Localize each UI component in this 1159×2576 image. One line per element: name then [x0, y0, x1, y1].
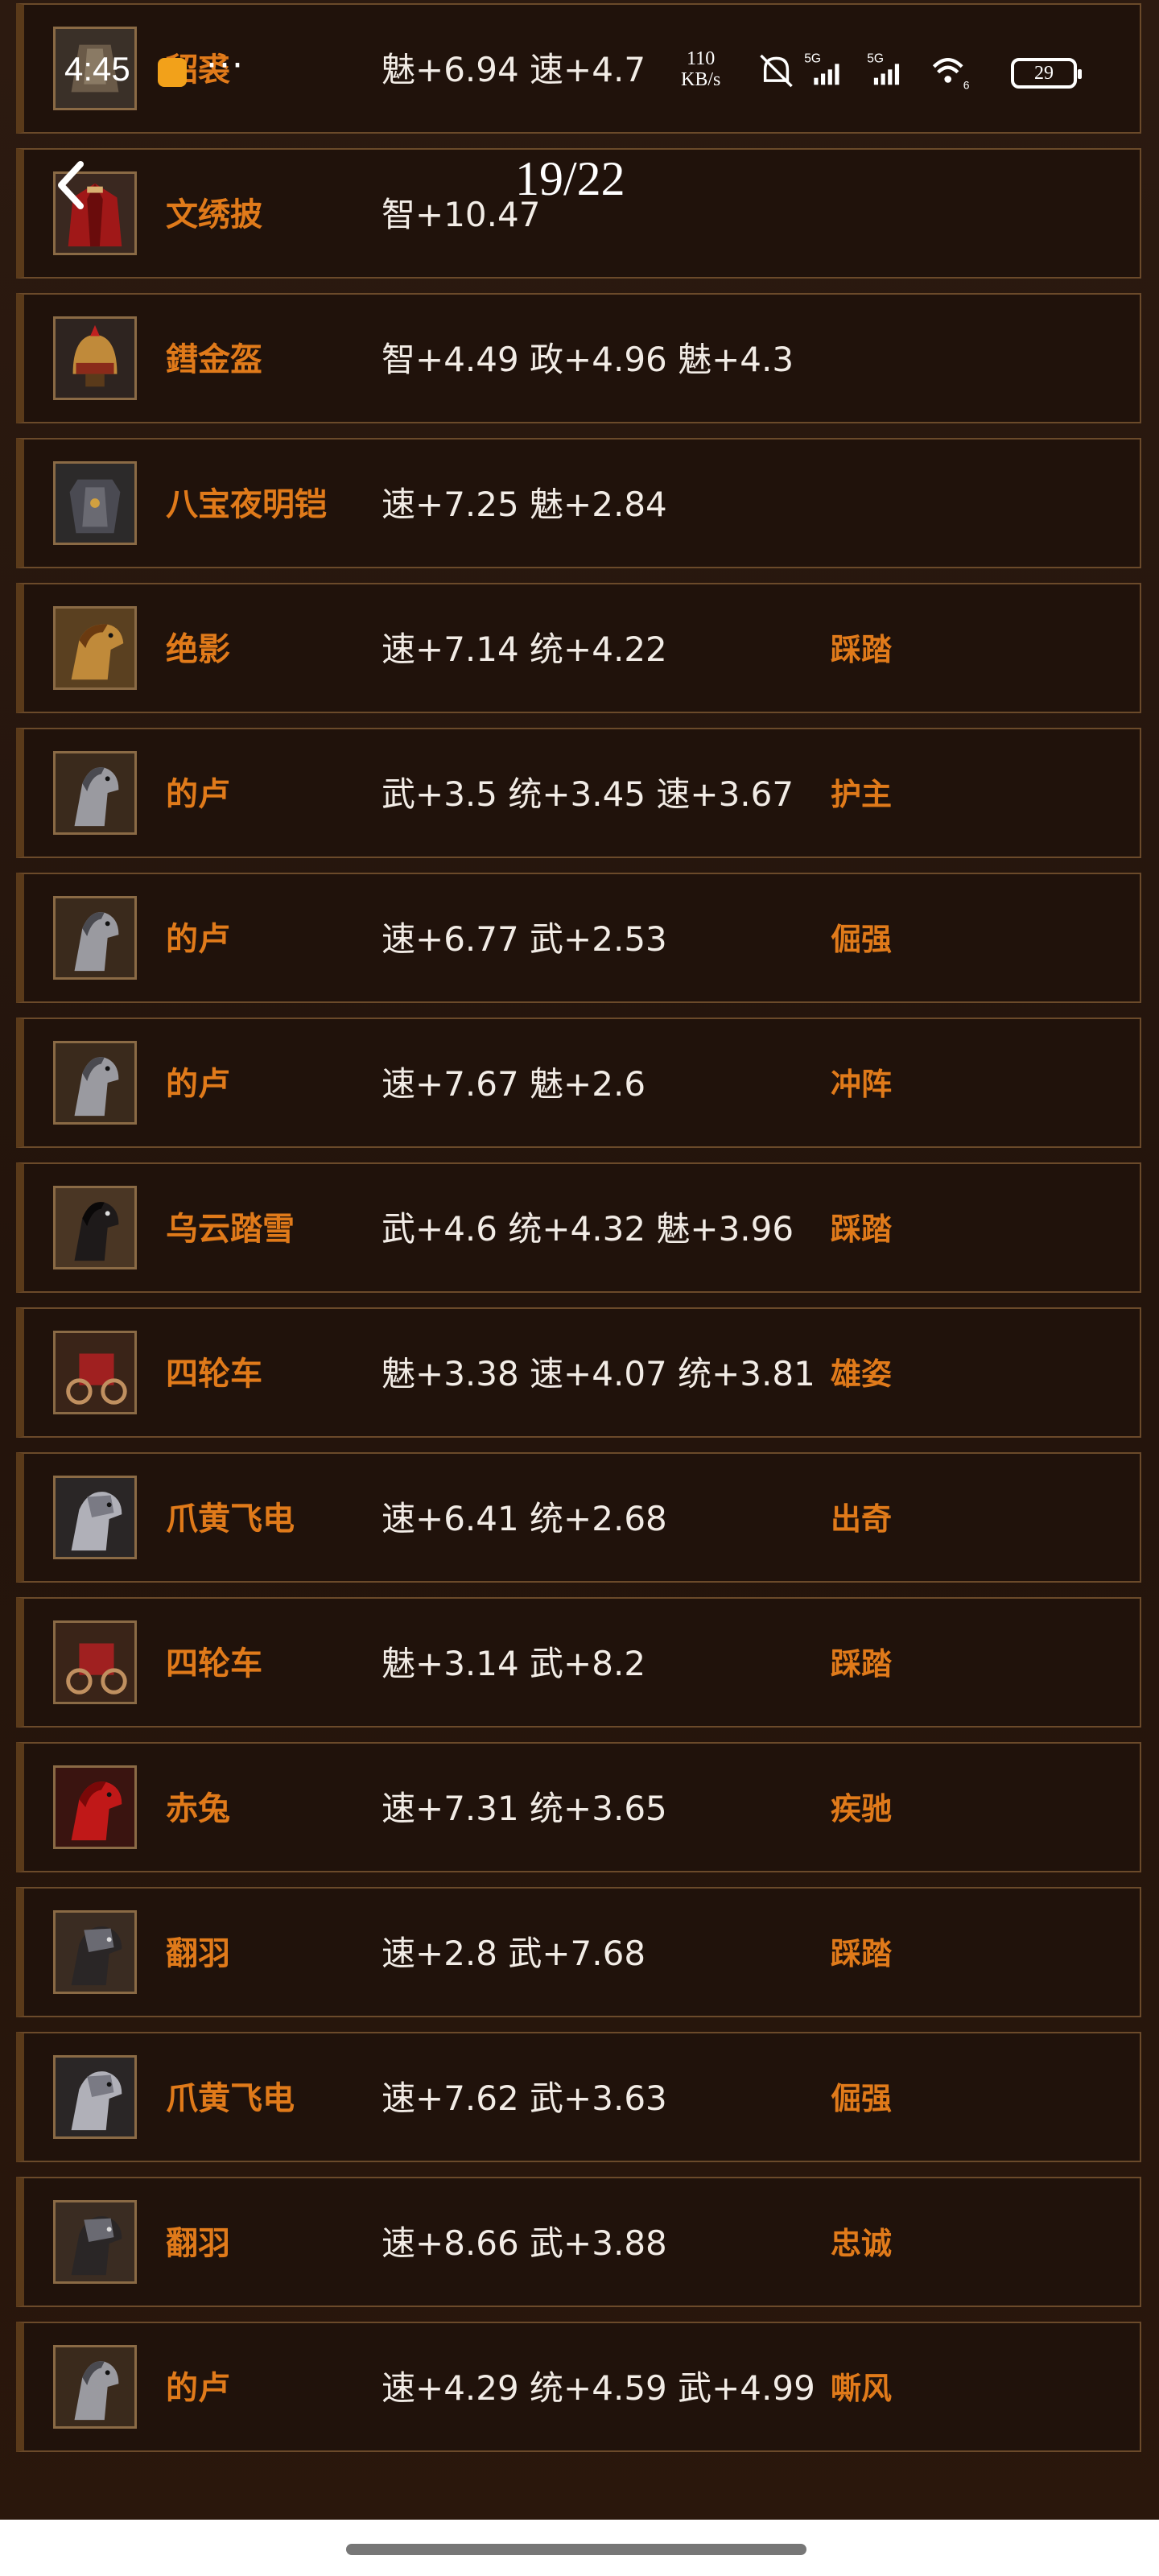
- page-counter: 19/22: [515, 152, 625, 205]
- armored-horse-icon: [53, 1476, 137, 1559]
- item-skill: 踩踏: [831, 1936, 893, 1971]
- list-item[interactable]: 的卢 速+4.29 统+4.59 武+4.99 嘶风: [16, 2322, 1141, 2452]
- horse-icon: [53, 751, 137, 835]
- armored-horse-icon: [53, 1910, 137, 1994]
- item-skill: 冲阵: [831, 1067, 893, 1102]
- home-indicator[interactable]: [346, 2544, 806, 2555]
- item-name: 貂裘: [166, 52, 230, 89]
- app-screen: 貂裘 魅+6.94 速+4.7 文绣披 智+10.47 鏏金盔 智+4.49 政…: [0, 0, 1159, 2576]
- chariot-icon: [53, 1331, 137, 1414]
- armored-horse-icon: [53, 2200, 137, 2284]
- item-stats: 速+2.8 武+7.68: [382, 1934, 646, 1973]
- chariot-icon: [53, 1620, 137, 1704]
- horse-icon: [53, 1041, 137, 1125]
- item-name: 文绣披: [166, 196, 262, 233]
- chevron-left-icon: [58, 161, 84, 209]
- item-stats: 武+4.6 统+4.32 魅+3.96: [382, 1209, 794, 1249]
- item-name: 翻羽: [166, 2225, 230, 2262]
- item-name: 绝影: [166, 631, 230, 668]
- item-stats: 武+3.5 统+3.45 速+3.67: [382, 774, 794, 814]
- item-name: 爪黄飞电: [166, 2080, 295, 2117]
- list-item[interactable]: 鏏金盔 智+4.49 政+4.96 魅+4.3: [16, 293, 1141, 423]
- list-item[interactable]: 绝影 速+7.14 统+4.22 踩踏: [16, 583, 1141, 713]
- item-skill: 疾驰: [831, 1791, 893, 1827]
- item-stats: 速+6.77 武+2.53: [382, 919, 667, 959]
- item-stats: 速+6.41 统+2.68: [382, 1499, 667, 1538]
- horse-icon: [53, 1186, 137, 1269]
- list-item[interactable]: 爪黄飞电 速+7.62 武+3.63 倔强: [16, 2032, 1141, 2162]
- item-stats: 魅+6.94 速+4.7: [382, 50, 646, 89]
- horse-icon: [53, 896, 137, 980]
- item-skill: 踩踏: [831, 632, 893, 667]
- list-item[interactable]: 八宝夜明铠 速+7.25 魅+2.84: [16, 438, 1141, 568]
- item-skill: 倔强: [831, 922, 893, 957]
- helmet-icon: [53, 316, 137, 400]
- list-item[interactable]: 爪黄飞电 速+6.41 统+2.68 出奇: [16, 1452, 1141, 1583]
- item-name: 鏏金盔: [166, 341, 262, 378]
- item-name: 的卢: [166, 2370, 230, 2407]
- item-stats: 速+7.62 武+3.63: [382, 2079, 667, 2118]
- list-item[interactable]: 赤兔 速+7.31 统+3.65 疾驰: [16, 1742, 1141, 1872]
- list-item[interactable]: 四轮车 魅+3.38 速+4.07 统+3.81 雄姿: [16, 1307, 1141, 1438]
- fur-armor-icon: [53, 27, 137, 110]
- item-stats: 魅+3.38 速+4.07 统+3.81: [382, 1354, 815, 1393]
- item-name: 的卢: [166, 1066, 230, 1103]
- item-stats: 魅+3.14 武+8.2: [382, 1644, 646, 1683]
- item-skill: 嘶风: [831, 2371, 893, 2406]
- item-name: 八宝夜明铠: [166, 486, 327, 523]
- item-stats: 速+7.14 统+4.22: [382, 630, 667, 669]
- horse-icon: [53, 2345, 137, 2429]
- horse-icon: [53, 606, 137, 690]
- item-skill: 踩踏: [831, 1212, 893, 1247]
- list-item[interactable]: 翻羽 速+8.66 武+3.88 忠诚: [16, 2177, 1141, 2307]
- item-stats: 速+7.67 魅+2.6: [382, 1064, 646, 1104]
- item-name: 赤兔: [166, 1790, 230, 1827]
- list-item[interactable]: 貂裘 魅+6.94 速+4.7: [16, 3, 1141, 134]
- item-skill: 踩踏: [831, 1646, 893, 1682]
- list-item[interactable]: 的卢 速+7.67 魅+2.6 冲阵: [16, 1018, 1141, 1148]
- item-name: 乌云踏雪: [166, 1211, 295, 1248]
- armored-horse-icon: [53, 2055, 137, 2139]
- item-stats: 速+7.25 魅+2.84: [382, 485, 667, 524]
- item-name: 翻羽: [166, 1935, 230, 1972]
- item-skill: 雄姿: [831, 1356, 893, 1392]
- list-item[interactable]: 翻羽 速+2.8 武+7.68 踩踏: [16, 1887, 1141, 2017]
- item-skill: 倔强: [831, 2081, 893, 2116]
- item-stats: 速+7.31 统+3.65: [382, 1789, 667, 1828]
- item-stats: 速+8.66 武+3.88: [382, 2223, 667, 2263]
- item-name: 的卢: [166, 776, 230, 813]
- list-item[interactable]: 的卢 速+6.77 武+2.53 倔强: [16, 873, 1141, 1003]
- item-skill: 护主: [831, 777, 893, 812]
- red-horse-icon: [53, 1765, 137, 1849]
- list-item[interactable]: 的卢 武+3.5 统+3.45 速+3.67 护主: [16, 728, 1141, 858]
- item-skill: 忠诚: [831, 2226, 893, 2261]
- list-item[interactable]: 乌云踏雪 武+4.6 统+4.32 魅+3.96 踩踏: [16, 1162, 1141, 1293]
- item-stats: 速+4.29 统+4.59 武+4.99: [382, 2368, 815, 2408]
- item-name: 四轮车: [166, 1356, 262, 1393]
- item-skill: 出奇: [831, 1501, 893, 1537]
- item-name: 的卢: [166, 921, 230, 958]
- armor-icon: [53, 461, 137, 545]
- item-name: 四轮车: [166, 1645, 262, 1682]
- list-item[interactable]: 四轮车 魅+3.14 武+8.2 踩踏: [16, 1597, 1141, 1728]
- item-name: 爪黄飞电: [166, 1501, 295, 1538]
- item-stats: 智+4.49 政+4.96 魅+4.3: [382, 340, 794, 379]
- back-button[interactable]: [48, 156, 93, 214]
